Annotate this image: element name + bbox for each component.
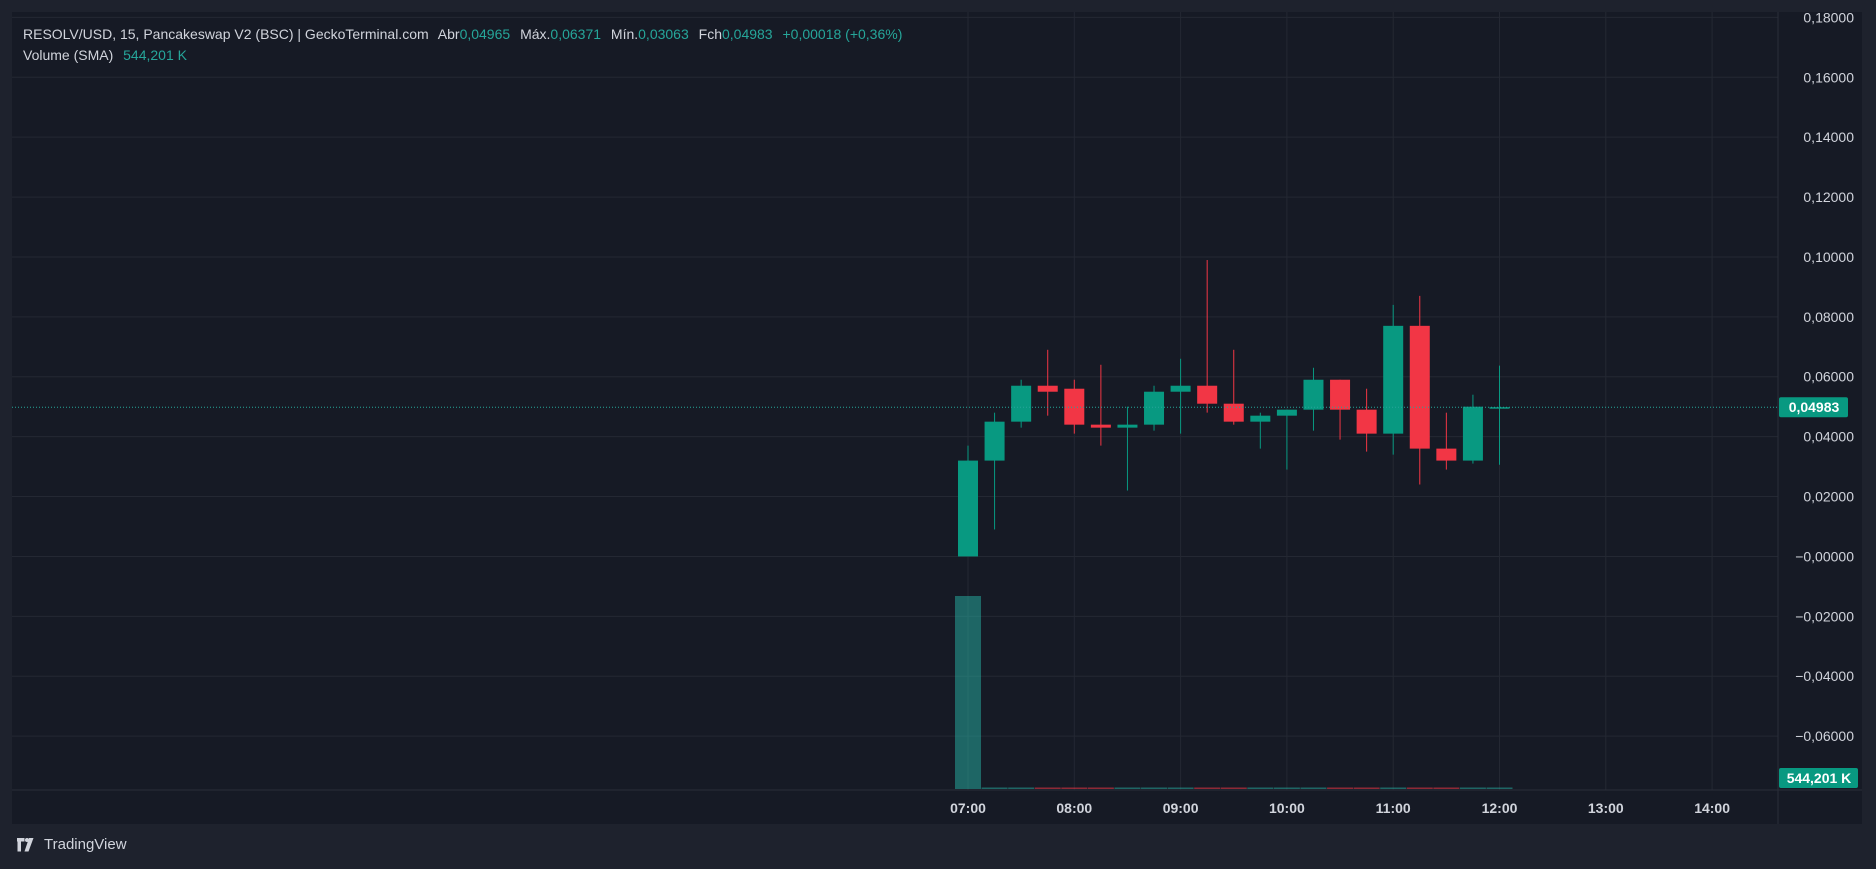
price-tick-label: 0,08000 [1803, 309, 1854, 325]
volume-bar [981, 787, 1008, 789]
volume-bar [955, 596, 981, 789]
candle-body [1409, 325, 1430, 449]
candle-body [1462, 406, 1483, 461]
price-tick-label: 0,06000 [1803, 369, 1854, 385]
close-label: Fch [698, 26, 722, 42]
candle-body [1276, 409, 1297, 416]
candle-body [958, 460, 978, 557]
last-price-label: 0,04983 [1789, 399, 1840, 415]
low-value: 0,03063 [638, 26, 689, 42]
volume-bar [1194, 787, 1221, 789]
axes[interactable]: 0,18000 0,16000 0,14000 0,12000 0,10000 0,080… [12, 12, 1862, 824]
volume-bar [1087, 787, 1114, 789]
candle-body [1303, 379, 1324, 410]
volume-bar [1008, 787, 1035, 789]
candle-body [1064, 388, 1085, 425]
time-tick-label: 07:00 [950, 800, 986, 816]
price-tick-label: −0,04000 [1795, 668, 1854, 684]
candle-body [1090, 424, 1111, 428]
chart-panel[interactable]: 0,18000 0,16000 0,14000 0,12000 0,10000 0,080… [12, 12, 1862, 824]
volume-bar [1486, 787, 1513, 789]
volume-bar [1380, 787, 1407, 789]
volume-bar [1141, 787, 1168, 789]
open-value: 0,04965 [459, 26, 511, 42]
volume-legend-row[interactable]: Volume (SMA) 544,201 K [23, 45, 902, 66]
time-tick-label: 11:00 [1376, 800, 1411, 816]
time-tick-label: 13:00 [1588, 800, 1624, 816]
volume-bar [1247, 787, 1274, 789]
symbol-title: RESOLV/USD, 15, Pancakeswap V2 (BSC) | G… [23, 26, 429, 42]
candle-body [1037, 385, 1058, 392]
price-tick-label: 0,12000 [1803, 189, 1854, 205]
time-tick-label: 14:00 [1694, 800, 1730, 816]
price-tick-label: 0,14000 [1803, 129, 1854, 145]
volume-bar [1459, 787, 1486, 789]
volume-badge-label: 544,201 K [1787, 770, 1852, 786]
volume-bar [1220, 787, 1247, 789]
volume-value: 544,201 K [123, 47, 187, 63]
volume-bar [1034, 787, 1061, 789]
volume-bar [1433, 787, 1460, 789]
candle-body [1330, 379, 1351, 410]
grid [12, 12, 1778, 790]
time-tick-label: 08:00 [1056, 800, 1092, 816]
time-tick-label: 10:00 [1269, 800, 1305, 816]
tradingview-brand: TradingView [44, 836, 127, 853]
price-tick-label: 0,18000 [1803, 12, 1854, 25]
low-label: Mín. [610, 26, 639, 42]
volume-bar [1327, 787, 1354, 789]
time-tick-label: 12:00 [1482, 800, 1518, 816]
high-value: 0,06371 [550, 26, 602, 42]
candles [958, 259, 1510, 557]
volume-bar [1406, 787, 1433, 789]
tradingview-footer[interactable]: TradingView [14, 836, 127, 853]
price-tick-label: 0,16000 [1803, 69, 1854, 85]
candle-body [1170, 385, 1191, 392]
price-tick-label: −0,06000 [1795, 728, 1854, 744]
candle-body [1011, 385, 1032, 422]
candle-body [1383, 325, 1404, 434]
high-label: Máx. [520, 26, 551, 42]
candle-body [1197, 385, 1218, 404]
candle-body [1117, 424, 1138, 428]
volume-bar [1167, 787, 1194, 789]
volume-bar [1300, 787, 1327, 789]
volume-bar [1353, 787, 1380, 789]
time-tick-label: 09:00 [1163, 800, 1199, 816]
price-tick-label: 0,04000 [1803, 429, 1854, 445]
candle-body [1223, 403, 1244, 422]
price-tick-label: −0,00000 [1795, 548, 1854, 564]
close-value: 0,04983 [721, 26, 773, 42]
price-chart[interactable]: 0,18000 0,16000 0,14000 0,12000 0,10000 0,080… [12, 12, 1862, 824]
volume-bar [1061, 787, 1088, 789]
candle-body [1436, 448, 1457, 461]
candle-body [1356, 409, 1377, 434]
candle-body [1250, 415, 1271, 422]
change-value: +0,00018 (+0,36%) [782, 26, 903, 42]
open-label: Abr [437, 26, 460, 42]
ohlc-legend-row[interactable]: RESOLV/USD, 15, Pancakeswap V2 (BSC) | G… [23, 24, 902, 45]
chart-legend: RESOLV/USD, 15, Pancakeswap V2 (BSC) | G… [23, 24, 902, 66]
volume-bars [955, 596, 1513, 789]
price-tick-label: 0,10000 [1803, 249, 1854, 265]
volume-bar [1114, 787, 1141, 789]
price-tick-label: 0,02000 [1803, 489, 1854, 505]
price-tick-label: −0,02000 [1795, 608, 1854, 624]
volume-bar [1273, 787, 1300, 789]
volume-label: Volume (SMA) [23, 47, 114, 63]
candle-body [1144, 391, 1165, 425]
candle-body [984, 421, 1005, 461]
tradingview-logo-icon [17, 837, 34, 851]
